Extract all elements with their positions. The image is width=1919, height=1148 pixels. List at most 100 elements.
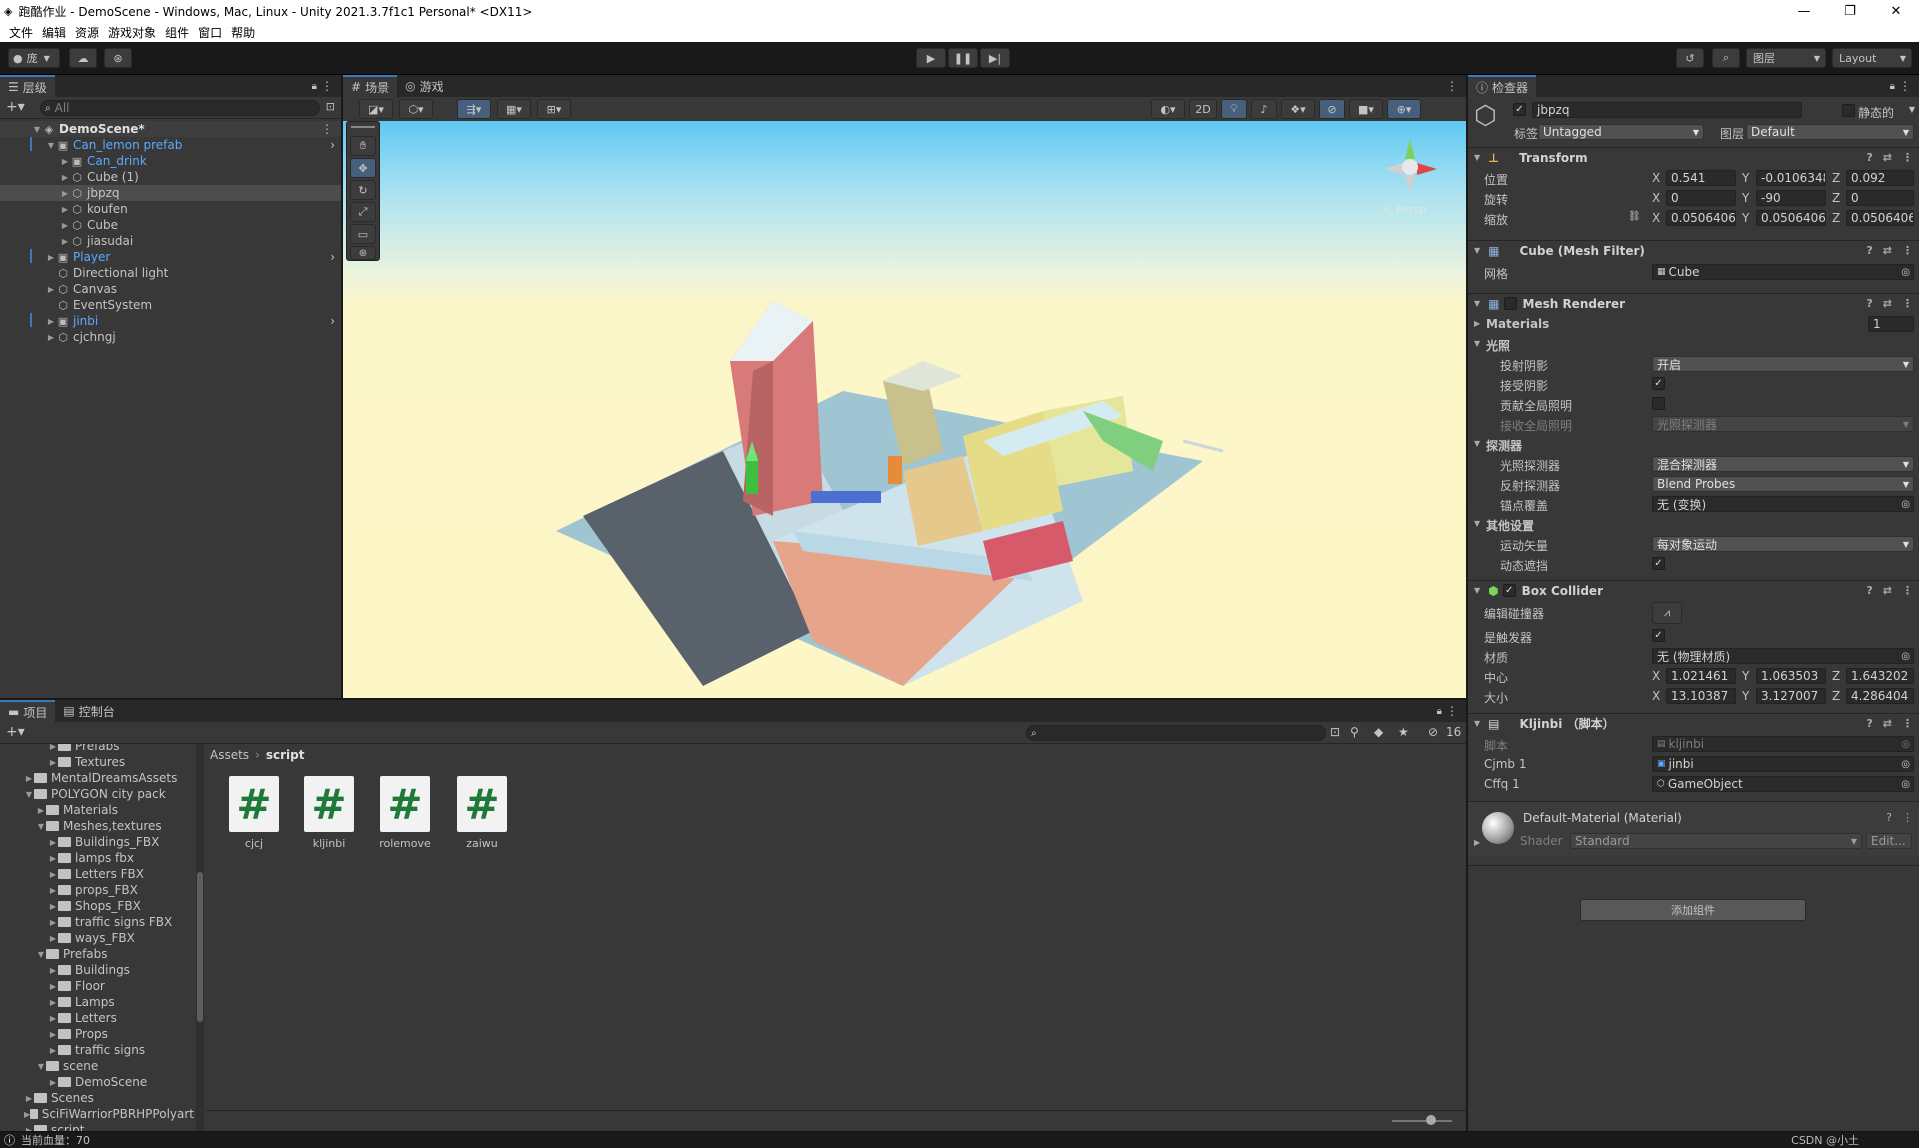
pause-button[interactable]: ❚❚ — [948, 48, 978, 68]
chevron-right-icon[interactable]: › — [330, 314, 335, 328]
materials-count-field[interactable]: 1 — [1868, 316, 1914, 332]
more-icon[interactable]: ⋮ — [1902, 717, 1913, 730]
breadcrumb-script[interactable]: script — [266, 748, 305, 762]
expand-arrow-icon[interactable]: ▼ — [46, 141, 56, 150]
draw-mode-dropdown[interactable]: ◪▾ — [359, 99, 393, 119]
more-icon[interactable]: ⋮ — [321, 122, 333, 136]
folder-tree-item[interactable]: ▶ Shops_FBX — [0, 898, 194, 914]
folder-tree-item[interactable]: ▶ SciFiWarriorPBRHPPolyart — [0, 1106, 194, 1122]
rotation-x-field[interactable]: 0 — [1666, 190, 1736, 206]
menu-component[interactable]: 组件 — [165, 24, 189, 41]
breadcrumb-assets[interactable]: Assets — [210, 748, 249, 762]
object-picker-icon[interactable]: ◎ — [1901, 779, 1910, 790]
expand-arrow-icon[interactable]: ▶ — [24, 1094, 34, 1103]
hierarchy-item[interactable]: ▼ ▣ Can_lemon prefab › — [0, 137, 341, 153]
other-settings-label[interactable]: 其他设置 — [1486, 517, 1534, 534]
status-message[interactable]: 当前血量：70 — [21, 1132, 90, 1148]
hierarchy-item[interactable]: ▶ ⬡ koufen — [0, 201, 341, 217]
expand-arrow-icon[interactable]: ▶ — [48, 982, 58, 991]
foldout-arrow-icon[interactable]: ▶ — [1474, 838, 1480, 847]
folder-tree-item[interactable]: ▼ Prefabs — [0, 946, 194, 962]
hierarchy-item[interactable]: ⬡ Directional light — [0, 265, 341, 281]
collab-button[interactable]: ⊛ — [104, 48, 132, 68]
expand-arrow-icon[interactable]: ▶ — [24, 774, 34, 783]
folder-tree-item[interactable]: ▶ Letters — [0, 1010, 194, 1026]
folder-tree-item[interactable]: ▶ Props — [0, 1026, 194, 1042]
expand-arrow-icon[interactable]: ▶ — [48, 1030, 58, 1039]
foldout-arrow-icon[interactable]: ▼ — [1474, 439, 1480, 448]
layers-dropdown[interactable]: 图层 ▼ — [1746, 48, 1826, 68]
edit-collider-button[interactable]: ⩘ — [1652, 602, 1682, 624]
motion-vectors-dropdown[interactable]: 每对象运动 ▼ — [1652, 536, 1914, 552]
camera-dropdown[interactable]: ■▾ — [1349, 99, 1383, 119]
hierarchy-item[interactable]: ▶ ▣ Player › — [0, 249, 341, 265]
step-button[interactable]: ▶| — [980, 48, 1010, 68]
tab-inspector[interactable]: ⓘ 检查器 — [1468, 75, 1537, 97]
foldout-arrow-icon[interactable]: ▶ — [1474, 319, 1480, 328]
hierarchy-item[interactable]: ▶ ⬡ cjchngj — [0, 329, 341, 345]
light-probes-dropdown[interactable]: 混合探测器 ▼ — [1652, 456, 1914, 472]
help-icon[interactable]: ? — [1886, 811, 1892, 824]
expand-arrow-icon[interactable]: ▶ — [48, 902, 58, 911]
folder-tree-item[interactable]: ▶ MentalDreamsAssets — [0, 770, 194, 786]
expand-arrow-icon[interactable]: ▼ — [36, 822, 46, 831]
expand-arrow-icon[interactable]: ▶ — [46, 253, 56, 262]
render-mode-dropdown[interactable]: ⬡▾ — [399, 99, 433, 119]
expand-arrow-icon[interactable]: ▼ — [24, 790, 34, 799]
folder-tree-item[interactable]: ▼ POLYGON city pack — [0, 786, 194, 802]
preset-icon[interactable]: ⇄ — [1883, 717, 1892, 730]
hierarchy-item[interactable]: ⬡ EventSystem — [0, 297, 341, 313]
center-x-field[interactable]: 1.021461 — [1666, 668, 1736, 684]
hierarchy-item[interactable]: ▶ ⬡ Canvas — [0, 281, 341, 297]
expand-arrow-icon[interactable]: ▶ — [48, 838, 58, 847]
orientation-gizmo[interactable]: < Persp — [1375, 131, 1445, 216]
tab-scene[interactable]: # 场景 — [343, 75, 398, 97]
static-checkbox[interactable] — [1842, 104, 1855, 117]
shading-dropdown[interactable]: ◐▾ — [1151, 99, 1185, 119]
asset-script-file[interactable]: # zaiwu — [452, 776, 512, 850]
cast-shadows-dropdown[interactable]: 开启 ▼ — [1652, 356, 1914, 372]
expand-arrow-icon[interactable]: ▶ — [48, 1014, 58, 1023]
lock-icon[interactable]: 🔒︎ — [312, 81, 317, 92]
center-y-field[interactable]: 1.063503 — [1756, 668, 1826, 684]
hierarchy-item[interactable]: ▶ ▣ Can_drink — [0, 153, 341, 169]
more-icon[interactable]: ⋮ — [1902, 151, 1913, 164]
project-search-input[interactable]: ⌕ — [1026, 725, 1326, 741]
search-by-label-icon[interactable]: ⚲ — [1350, 725, 1359, 739]
expand-arrow-icon[interactable]: ▶ — [48, 1046, 58, 1055]
expand-arrow-icon[interactable]: ▶ — [60, 221, 70, 230]
lighting-section-label[interactable]: 光照 — [1486, 337, 1510, 354]
foldout-arrow-icon[interactable]: ▼ — [1474, 339, 1480, 348]
expand-arrow-icon[interactable]: ▶ — [48, 870, 58, 879]
shader-dropdown[interactable]: Standard ▼ — [1570, 833, 1862, 849]
hierarchy-item[interactable]: ▶ ⬡ Cube (1) — [0, 169, 341, 185]
object-picker-icon[interactable]: ◎ — [1901, 499, 1910, 510]
size-y-field[interactable]: 3.127007 — [1756, 688, 1826, 704]
gizmos-dropdown[interactable]: ⊕▾ — [1387, 99, 1421, 119]
box-collider-header[interactable]: ▼ ⬢ ✓ Box Collider ? ⇄ ⋮ — [1468, 580, 1919, 600]
hierarchy-item[interactable]: ▶ ⬡ jiasudai — [0, 233, 341, 249]
lock-icon[interactable]: 🔒︎ — [1890, 81, 1895, 92]
snap-dropdown[interactable]: ⇶▾ — [457, 99, 491, 119]
foldout-arrow-icon[interactable]: ▼ — [1474, 519, 1480, 528]
menu-gameobject[interactable]: 游戏对象 — [108, 24, 156, 41]
folder-tree-item[interactable]: ▶ lamps fbx — [0, 850, 194, 866]
materials-label[interactable]: Materials — [1486, 317, 1549, 331]
expand-arrow-icon[interactable]: ▶ — [48, 744, 58, 751]
expand-arrow-icon[interactable]: ▶ — [48, 966, 58, 975]
more-icon[interactable]: ⋮ — [1899, 79, 1911, 93]
folder-tree-item[interactable]: ▶ Buildings_FBX — [0, 834, 194, 850]
menu-edit[interactable]: 编辑 — [42, 24, 66, 41]
tree-scrollbar[interactable] — [196, 744, 204, 1131]
tab-console[interactable]: ▤ 控制台 — [55, 700, 122, 722]
icon-size-slider[interactable] — [1392, 1120, 1452, 1122]
script-component-header[interactable]: ▼ ▤ Kljinbi （脚本） ? ⇄ ⋮ — [1468, 713, 1919, 733]
expand-arrow-icon[interactable]: ▶ — [48, 886, 58, 895]
history-button[interactable]: ↺ — [1676, 48, 1704, 68]
dynamic-occlusion-checkbox[interactable]: ✓ — [1652, 557, 1665, 570]
increment-dropdown[interactable]: ⊞▾ — [537, 99, 571, 119]
object-picker-icon[interactable]: ◎ — [1901, 651, 1910, 662]
object-picker-icon[interactable]: ◎ — [1901, 759, 1910, 770]
add-icon[interactable]: +▾ — [6, 724, 25, 740]
expand-arrow-icon[interactable]: ▶ — [46, 317, 56, 326]
